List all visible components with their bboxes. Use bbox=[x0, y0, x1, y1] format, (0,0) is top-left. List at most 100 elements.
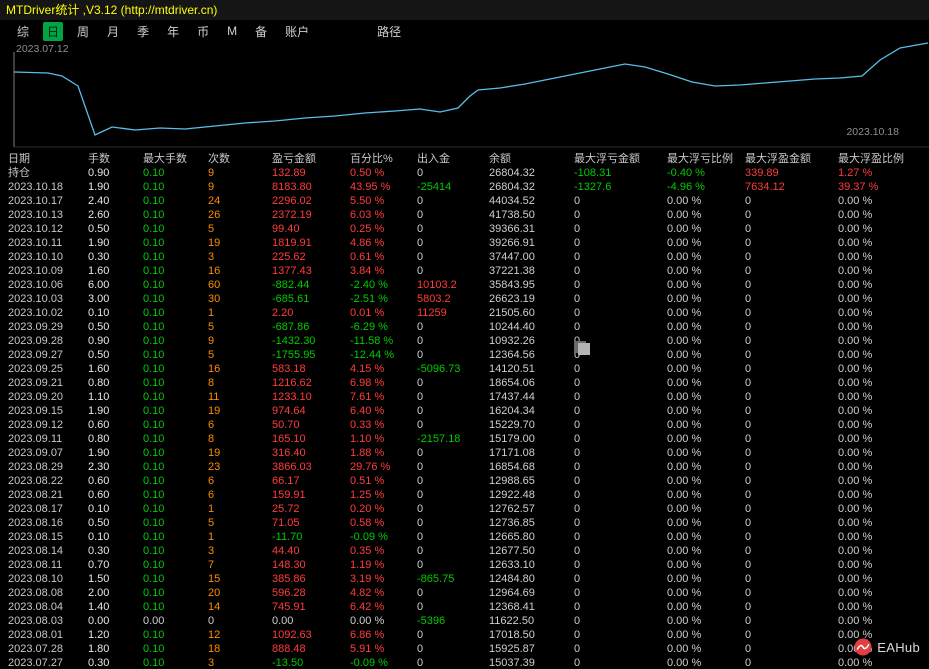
table-row[interactable]: 2023.08.29 2.30 0.10 23 3866.03 29.76 % 0 16854… bbox=[0, 460, 929, 474]
column-header[interactable]: 最大浮盈金额 bbox=[745, 152, 838, 166]
menu-item-综[interactable]: 综 bbox=[13, 22, 33, 41]
table-cell: 1.60 bbox=[88, 265, 110, 277]
table-row[interactable]: 2023.08.17 0.10 0.10 1 25.72 0.20 % 0 12762.57 0… bbox=[0, 502, 929, 516]
menu-item-路径[interactable]: 路径 bbox=[373, 22, 405, 41]
table-cell: -4.96 % bbox=[667, 181, 705, 193]
table-row[interactable]: 2023.10.06 6.00 0.10 60 -882.44 -2.40 % 10103.… bbox=[0, 278, 929, 292]
table-row[interactable]: 2023.08.14 0.30 0.10 3 44.40 0.35 % 0 12677.50 0… bbox=[0, 544, 929, 558]
table-row[interactable]: 2023.10.18 1.90 0.10 9 8183.80 43.95 % -25414 2… bbox=[0, 180, 929, 194]
table-cell: 0 bbox=[574, 391, 581, 403]
table-row[interactable]: 2023.09.07 1.90 0.10 19 316.40 1.88 % 0 17171.0… bbox=[0, 446, 929, 460]
table-cell: 44.40 bbox=[272, 545, 300, 557]
table-cell: 23 bbox=[208, 461, 221, 473]
table-row[interactable]: 持仓 0.90 0.10 9 132.89 0.50 % 0 26804.32 -108.31 -… bbox=[0, 166, 929, 180]
menu-item-币[interactable]: 币 bbox=[193, 22, 213, 41]
column-header[interactable]: 最大浮亏比例 bbox=[667, 152, 745, 166]
column-header[interactable]: 出入金 bbox=[417, 152, 489, 166]
table-row[interactable]: 2023.09.29 0.50 0.10 5 -687.86 -6.29 % 0 10244.… bbox=[0, 320, 929, 334]
table-cell: 0 bbox=[574, 601, 581, 613]
menu-item-年[interactable]: 年 bbox=[163, 22, 183, 41]
menu-item-日[interactable]: 日 bbox=[43, 21, 64, 41]
menu-item-周[interactable]: 周 bbox=[73, 22, 93, 41]
table-row[interactable]: 2023.10.03 3.00 0.10 30 -685.61 -2.51 % 5803.2… bbox=[0, 292, 929, 306]
table-cell: 0.00 % bbox=[667, 405, 702, 417]
table-row[interactable]: 2023.08.21 0.60 0.10 6 159.91 1.25 % 0 12922.48… bbox=[0, 488, 929, 502]
table-row[interactable]: 2023.09.20 1.10 0.10 11 1233.10 7.61 % 0 17437.… bbox=[0, 390, 929, 404]
column-header[interactable]: 百分比% bbox=[350, 152, 417, 166]
table-row[interactable]: 2023.09.12 0.60 0.10 6 50.70 0.33 % 0 15229.70 0… bbox=[0, 418, 929, 432]
table-row[interactable]: 2023.10.13 2.60 0.10 26 2372.19 6.03 % 0 41738.… bbox=[0, 208, 929, 222]
table-row[interactable]: 2023.08.03 0.00 0.00 0 0.00 0.00 % -5396 11622.… bbox=[0, 614, 929, 628]
table-cell: 35843.95 bbox=[489, 279, 535, 291]
table-row[interactable]: 2023.08.08 2.00 0.10 20 596.28 4.82 % 0 12964.6… bbox=[0, 586, 929, 600]
menu-item-季[interactable]: 季 bbox=[133, 22, 153, 41]
table-cell: 2023.09.28 bbox=[8, 335, 64, 347]
table-row[interactable]: 2023.10.10 0.30 0.10 3 225.62 0.61 % 0 37447.00… bbox=[0, 250, 929, 264]
table-cell: 0.10 bbox=[143, 377, 165, 389]
table-row[interactable]: 2023.08.15 0.10 0.10 1 -11.70 -0.09 % 0 12665.8… bbox=[0, 530, 929, 544]
table-row[interactable]: 2023.09.15 1.90 0.10 19 974.64 6.40 % 0 16204.3… bbox=[0, 404, 929, 418]
table-row[interactable]: 2023.10.09 1.60 0.10 16 1377.43 3.84 % 0 37221.… bbox=[0, 264, 929, 278]
table-cell: 44034.52 bbox=[489, 195, 535, 207]
table-cell: 2.60 bbox=[88, 209, 110, 221]
table-cell: 0.00 % bbox=[838, 307, 873, 319]
column-header[interactable]: 最大手数 bbox=[143, 152, 208, 166]
table-row[interactable]: 2023.09.28 0.90 0.10 9 -1432.30 -11.58 % 0 1093… bbox=[0, 334, 929, 348]
column-header[interactable]: 次数 bbox=[208, 152, 272, 166]
column-header[interactable]: 最大浮亏金额 bbox=[574, 152, 667, 166]
column-header[interactable]: 手数 bbox=[88, 152, 143, 166]
table-cell: 0 bbox=[417, 265, 424, 277]
table-row[interactable]: 2023.08.16 0.50 0.10 5 71.05 0.58 % 0 12736.85 0… bbox=[0, 516, 929, 530]
table-row[interactable]: 2023.09.25 1.60 0.10 16 583.18 4.15 % -5096.73… bbox=[0, 362, 929, 376]
table-cell: 19 bbox=[208, 447, 221, 459]
table-cell: 2023.10.17 bbox=[8, 195, 64, 207]
table-cell: 0.00 % bbox=[667, 335, 702, 347]
menu-item-备[interactable]: 备 bbox=[251, 22, 271, 41]
table-cell: 0 bbox=[574, 223, 581, 235]
table-cell: 12988.65 bbox=[489, 475, 535, 487]
table-row[interactable]: 2023.07.28 1.80 0.10 18 888.48 5.91 % 0 15925.8… bbox=[0, 642, 929, 656]
menu-item-M[interactable]: M bbox=[223, 23, 241, 39]
table-row[interactable]: 2023.08.01 1.20 0.10 12 1092.63 6.86 % 0 17018.… bbox=[0, 628, 929, 642]
table-row[interactable]: 2023.09.11 0.80 0.10 8 165.10 1.10 % -2157.18 1… bbox=[0, 432, 929, 446]
table-cell: 0.00 % bbox=[667, 601, 702, 613]
table-cell: 0.80 bbox=[88, 377, 110, 389]
table-cell: 0 bbox=[417, 601, 424, 613]
table-cell: 0 bbox=[417, 237, 424, 249]
table-cell: 2023.09.20 bbox=[8, 391, 64, 403]
table-row[interactable]: 2023.09.27 0.50 0.10 5 -1755.95 -12.44 % 0 1236… bbox=[0, 348, 929, 362]
table-cell: 1216.62 bbox=[272, 377, 312, 389]
table-cell: 1.90 bbox=[88, 447, 110, 459]
table-row[interactable]: 2023.08.10 1.50 0.10 15 385.86 3.19 % -865.75 1… bbox=[0, 572, 929, 586]
table-row[interactable]: 2023.10.12 0.50 0.10 5 99.40 0.25 % 0 39366.31 0… bbox=[0, 222, 929, 236]
table-cell: 12736.85 bbox=[489, 517, 535, 529]
table-row[interactable]: 2023.07.27 0.30 0.10 3 -13.50 -0.09 % 0 15037.3… bbox=[0, 656, 929, 669]
table-row[interactable]: 2023.10.17 2.40 0.10 24 2296.02 5.50 % 0 44034.… bbox=[0, 194, 929, 208]
table-row[interactable]: 2023.09.21 0.80 0.10 8 1216.62 6.98 % 0 18654.0… bbox=[0, 376, 929, 390]
table-cell: 2023.09.15 bbox=[8, 405, 64, 417]
menu-bar: 综日周月季年币 M 备账户 路径 bbox=[0, 20, 929, 42]
menu-item-账户[interactable]: 账户 bbox=[281, 22, 313, 41]
table-cell: 9 bbox=[208, 167, 215, 179]
menu-item-月[interactable]: 月 bbox=[103, 22, 123, 41]
column-header[interactable]: 盈亏金额 bbox=[272, 152, 350, 166]
table-cell: 19 bbox=[208, 237, 221, 249]
table-cell: 2023.10.09 bbox=[8, 265, 64, 277]
column-header[interactable]: 日期 bbox=[8, 152, 88, 166]
table-cell: 0.10 bbox=[143, 503, 165, 515]
table-row[interactable]: 2023.08.22 0.60 0.10 6 66.17 0.51 % 0 12988.65 0… bbox=[0, 474, 929, 488]
column-header[interactable]: 余额 bbox=[489, 152, 574, 166]
table-row[interactable]: 2023.10.11 1.90 0.10 19 1819.91 4.86 % 0 39266.… bbox=[0, 236, 929, 250]
table-cell: 10244.40 bbox=[489, 321, 535, 333]
table-row[interactable]: 2023.10.02 0.10 0.10 1 2.20 0.01 % 11259 21505.… bbox=[0, 306, 929, 320]
table-cell: 10932.26 bbox=[489, 335, 535, 347]
table-row[interactable]: 2023.08.11 0.70 0.10 7 148.30 1.19 % 0 12633.10… bbox=[0, 558, 929, 572]
table-cell: 0.00 % bbox=[838, 279, 873, 291]
table-row[interactable]: 2023.08.04 1.40 0.10 14 745.91 6.42 % 0 12368.4… bbox=[0, 600, 929, 614]
table-cell: 0.90 bbox=[88, 335, 110, 347]
table-cell: -882.44 bbox=[272, 279, 310, 291]
table-cell: 2023.07.28 bbox=[8, 643, 64, 655]
column-header[interactable]: 最大浮盈比例 bbox=[838, 152, 929, 166]
table-cell: 0 bbox=[745, 307, 752, 319]
table-cell: 0.00 % bbox=[838, 293, 873, 305]
